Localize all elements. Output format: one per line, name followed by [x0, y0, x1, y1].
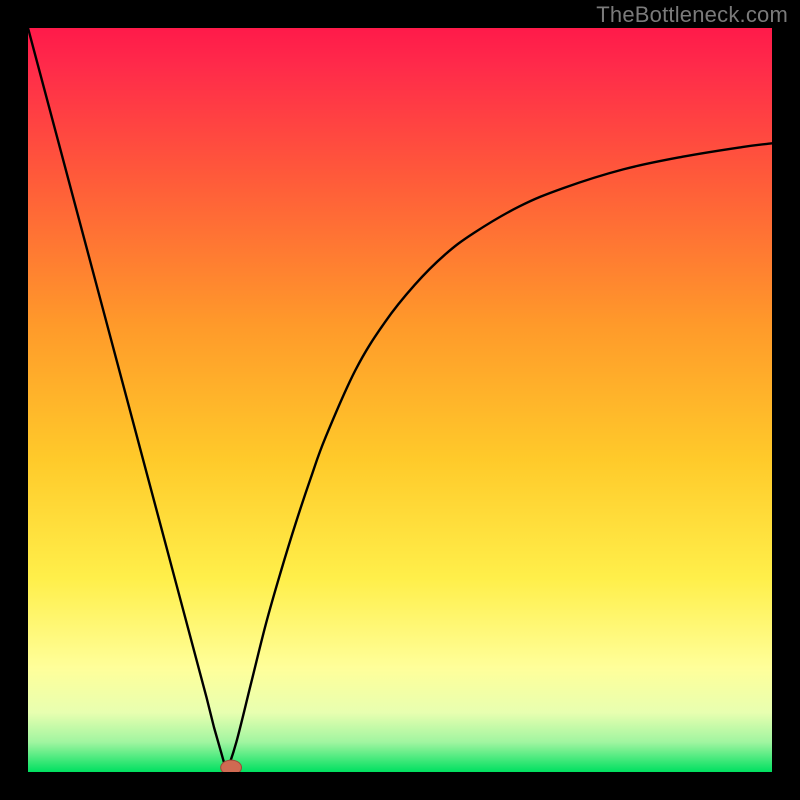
plot-area [28, 28, 772, 772]
chart-frame: TheBottleneck.com [0, 0, 800, 800]
minimum-marker [221, 760, 242, 772]
watermark-text: TheBottleneck.com [596, 2, 788, 28]
bottleneck-chart [28, 28, 772, 772]
gradient-background [28, 28, 772, 772]
